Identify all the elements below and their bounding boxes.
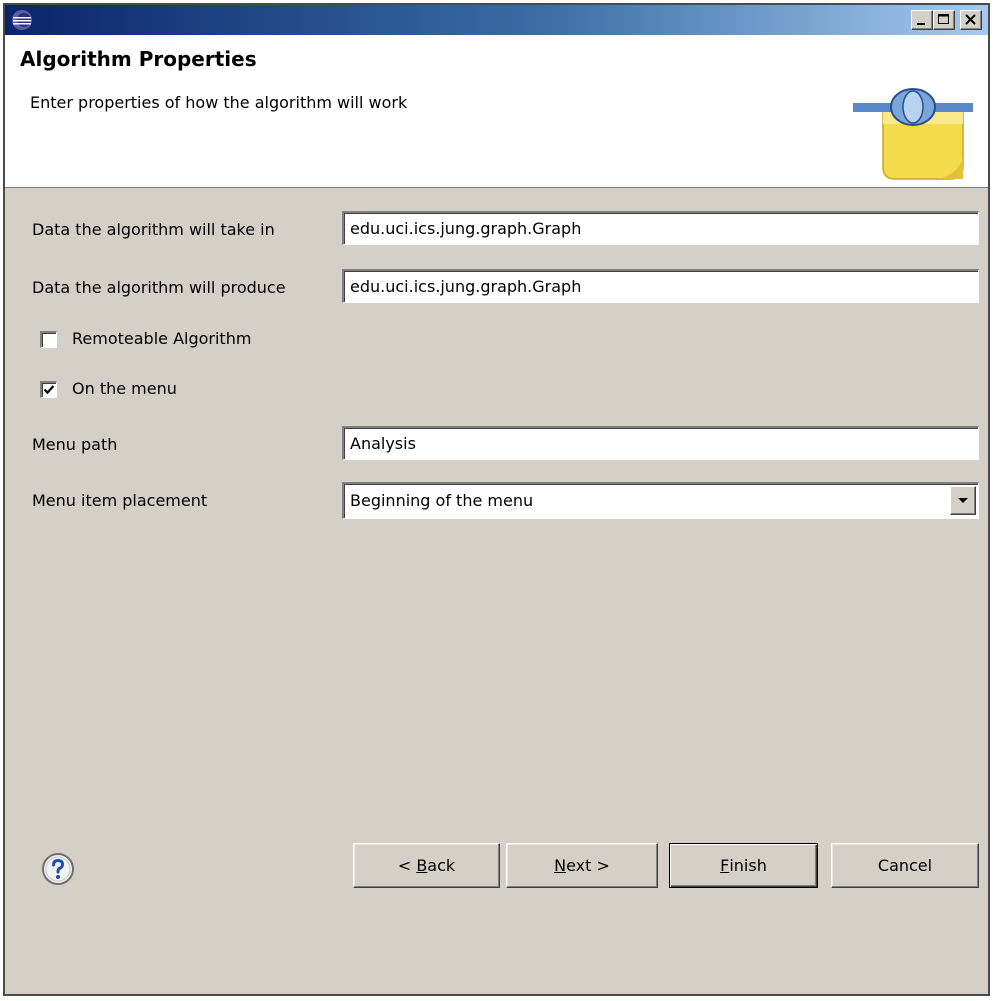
- chevron-down-icon: [958, 498, 968, 503]
- close-button[interactable]: [960, 10, 982, 30]
- cancel-button[interactable]: Cancel: [831, 843, 979, 888]
- finish-rest: inish: [729, 856, 767, 875]
- input-data-label: Data the algorithm will take in: [32, 220, 275, 239]
- next-rest: ext >: [566, 856, 610, 875]
- input-data-field[interactable]: [342, 211, 979, 245]
- on-menu-label: On the menu: [72, 379, 177, 398]
- on-menu-checkbox[interactable]: [40, 381, 57, 398]
- maximize-icon: [938, 14, 949, 24]
- maximize-button[interactable]: [933, 10, 955, 30]
- back-mnemonic: B: [416, 856, 428, 875]
- menu-placement-label: Menu item placement: [32, 491, 208, 510]
- page-title: Algorithm Properties: [20, 47, 257, 71]
- minimize-icon: [917, 23, 925, 25]
- output-data-label: Data the algorithm will produce: [32, 278, 286, 297]
- checkmark-icon: [43, 385, 55, 395]
- next-button[interactable]: Next >: [506, 843, 658, 888]
- output-data-field[interactable]: [342, 269, 979, 303]
- eclipse-icon: [12, 10, 32, 30]
- page-description: Enter properties of how the algorithm wi…: [30, 93, 408, 112]
- finish-button[interactable]: Finish: [669, 843, 818, 888]
- help-icon[interactable]: [41, 852, 75, 886]
- menu-placement-value: Beginning of the menu: [350, 491, 534, 510]
- wizard-window: Algorithm Properties Enter properties of…: [3, 3, 990, 996]
- back-button[interactable]: < Back: [353, 843, 500, 888]
- remoteable-checkbox[interactable]: [40, 331, 57, 348]
- title-bar[interactable]: [5, 5, 988, 35]
- menu-path-field[interactable]: [342, 426, 979, 460]
- next-mnemonic: N: [554, 856, 567, 875]
- menu-placement-select[interactable]: Beginning of the menu: [342, 482, 979, 519]
- back-rest: ack: [427, 856, 456, 875]
- plugin-connector-icon: [853, 88, 973, 180]
- finish-mnemonic: F: [720, 856, 730, 875]
- menu-path-label: Menu path: [32, 435, 118, 454]
- minimize-button[interactable]: [911, 10, 933, 30]
- back-prefix: <: [397, 856, 417, 875]
- close-icon: [965, 14, 976, 25]
- remoteable-label: Remoteable Algorithm: [72, 329, 252, 348]
- dropdown-button[interactable]: [950, 486, 976, 515]
